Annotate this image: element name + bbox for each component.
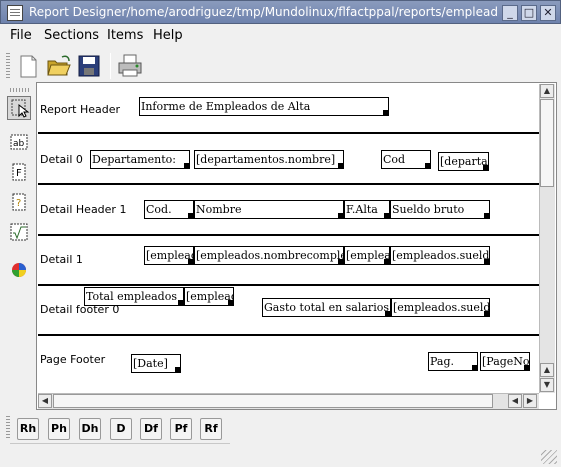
section-label-page-footer: Page Footer [40,353,106,366]
scroll-down-button[interactable]: ▼ [540,378,554,392]
menu-file[interactable]: File [10,28,32,43]
print-preview-icon[interactable] [116,52,144,80]
date-field[interactable]: [Date] [131,354,181,373]
page-label[interactable]: Pag. [428,352,478,371]
pointer-icon[interactable] [7,96,31,120]
section-label-detail-header-1: Detail Header 1 [40,203,127,216]
page-number-field[interactable]: [PageNo] [480,352,530,371]
report-canvas[interactable]: Report Header Informe de Empleados de Al… [38,84,539,393]
section-divider[interactable] [38,284,539,286]
scroll-up-button[interactable]: ▲ [540,84,554,98]
section-divider[interactable] [38,132,539,134]
calculated-icon[interactable] [9,222,29,242]
title-bar[interactable]: Report Designer/home/arodriguez/tmp/Mund… [0,0,561,24]
app-icon [7,5,23,21]
toolbar-grip[interactable] [6,53,10,79]
menu-bar: File Sections Items Help [0,25,561,47]
window-title: Report Designer/home/arodriguez/tmp/Mund… [29,5,497,19]
add-report-header-button[interactable]: Rh [17,418,39,440]
svg-text:?: ? [16,198,21,209]
field-icon[interactable]: F [9,162,29,182]
scroll-left-button-right[interactable]: ◀ [508,394,522,408]
total-salaries-field[interactable]: [empleados.sueldobruto] [391,298,490,317]
toolbar-divider [10,443,230,444]
new-icon[interactable] [14,52,42,80]
add-detail-button[interactable]: D [110,418,132,440]
save-icon[interactable] [75,52,103,80]
resize-grip[interactable] [541,450,557,464]
vertical-scrollbar[interactable]: ▲ ▲ ▼ [539,84,555,393]
add-detail-header-button[interactable]: Dh [79,418,101,440]
cod-label[interactable]: Cod [381,150,431,169]
employee-salary-field[interactable]: [empleados.sueldobruto] [390,246,490,265]
report-title-label[interactable]: Informe de Empleados de Alta [139,97,389,116]
employee-name-field[interactable]: [empleados.nombrecompleto [194,246,344,265]
scroll-right-button[interactable]: ▶ [523,394,537,408]
section-label-report-header: Report Header [40,103,121,116]
item-toolbox: ab F ? [0,88,34,388]
add-report-footer-button[interactable]: Rf [200,418,222,440]
employee-code-field[interactable]: [empleados.codemp [144,246,194,265]
scroll-left-button[interactable]: ◀ [38,394,52,408]
horizontal-scrollbar[interactable]: ◀ ◀ ▶ [38,393,539,409]
header-sueldo[interactable]: Sueldo bruto [390,200,490,219]
maximize-button[interactable]: □ [521,5,537,21]
section-label-detail-0: Detail 0 [40,153,83,166]
open-folder-icon[interactable] [45,52,73,80]
department-code-field[interactable]: [departamentos.codd [438,152,489,171]
close-button[interactable]: ✕ [540,5,556,21]
section-divider[interactable] [38,334,539,336]
minimize-button[interactable]: _ [502,5,518,21]
horizontal-scroll-thumb[interactable] [53,394,493,408]
special-icon[interactable]: ? [9,192,29,212]
header-nombre[interactable]: Nombre [194,200,344,219]
svg-text:ab: ab [13,139,25,149]
scroll-up-button-bottom[interactable]: ▲ [540,363,554,377]
employee-date-field[interactable]: [empleados.fecha [344,246,390,265]
menu-items[interactable]: Items [107,28,143,43]
section-toolbar-grip[interactable] [6,416,10,440]
total-employees-label[interactable]: Total empleados [84,287,184,306]
svg-text:F: F [16,168,22,179]
employee-count-field[interactable]: [empleados. [184,287,234,306]
add-detail-footer-button[interactable]: Df [140,418,162,440]
department-label[interactable]: Departamento: [90,150,190,169]
toolbar [0,49,561,83]
section-divider[interactable] [38,183,539,185]
section-toolbar: Rh Ph Dh D Df Pf Rf [0,410,561,467]
vertical-scroll-thumb[interactable] [540,99,554,187]
toolbar-separator [110,53,111,79]
add-page-header-button[interactable]: Ph [48,418,70,440]
total-salaries-label[interactable]: Gasto total en salarios [262,298,391,317]
header-falta[interactable]: F.Alta [344,200,390,219]
chart-icon[interactable] [9,260,29,280]
report-canvas-frame: Report Header Informe de Empleados de Al… [36,82,557,410]
section-divider[interactable] [38,234,539,236]
add-page-footer-button[interactable]: Pf [170,418,192,440]
label-icon[interactable]: ab [9,132,29,152]
menu-sections[interactable]: Sections [44,28,99,43]
menu-help[interactable]: Help [153,28,183,43]
section-label-detail-1: Detail 1 [40,253,83,266]
department-name-field[interactable]: [departamentos.nombre] [194,150,344,169]
toolbox-grip[interactable] [10,88,30,92]
header-cod[interactable]: Cod. [144,200,194,219]
